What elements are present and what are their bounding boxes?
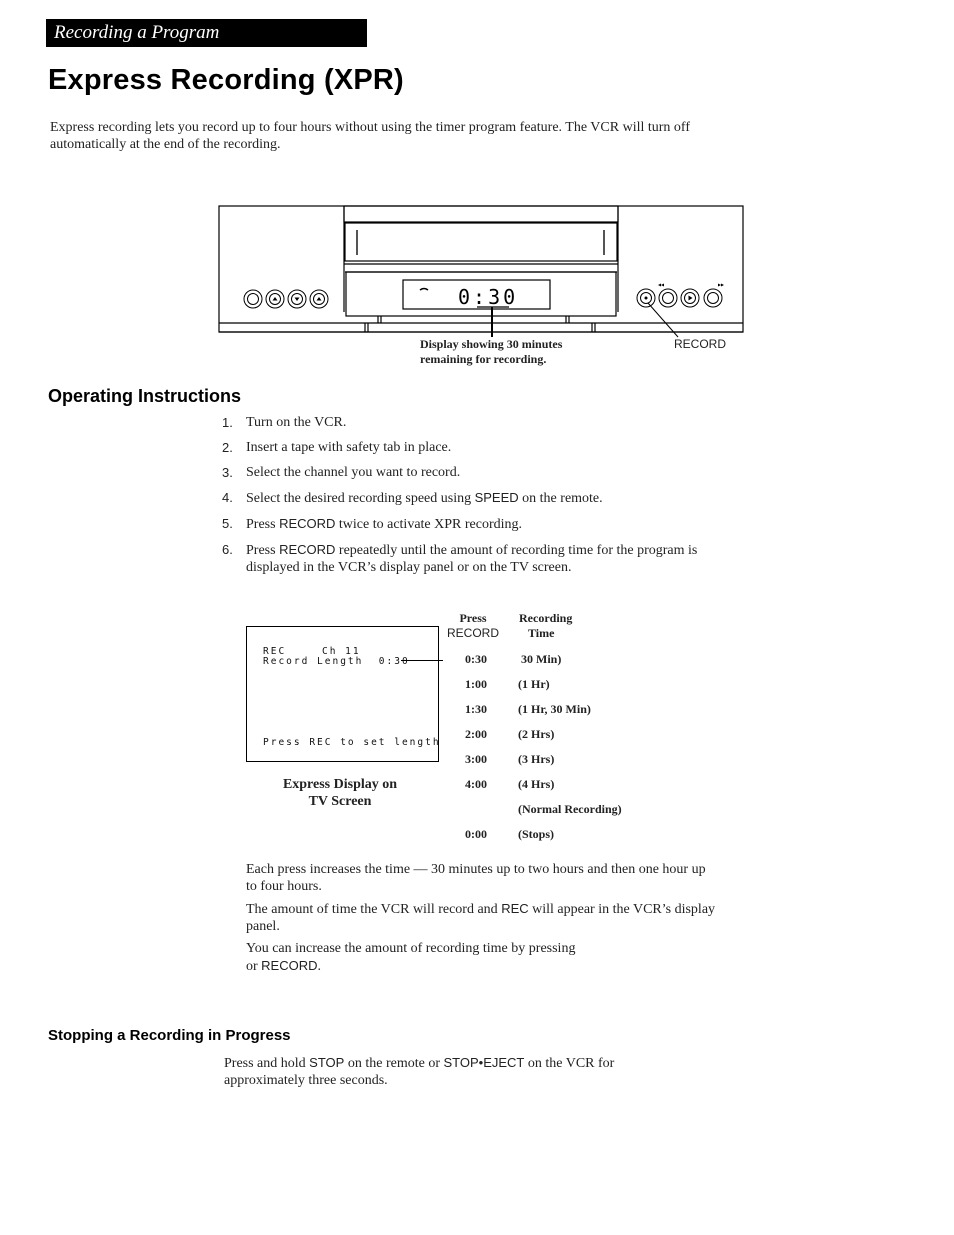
stop-keyword: STOP	[309, 1055, 345, 1070]
fast-forward-icon	[718, 283, 724, 287]
step-item: 1. Turn on the VCR.	[222, 414, 702, 431]
fast-forward-button[interactable]	[703, 283, 724, 308]
rec-keyword: REC	[501, 901, 529, 916]
table-header-time-line2: Time	[528, 626, 555, 640]
table-cell-time: (3 Hrs)	[518, 752, 555, 766]
table-cell-time: (1 Hr, 30 Min)	[518, 702, 591, 716]
vcr-display-readout: 0:30	[458, 285, 518, 309]
tv-line-record-length: Record Length 0:30	[263, 656, 410, 667]
play-button[interactable]	[680, 288, 700, 308]
tv-caption-line1: Express Display on	[282, 777, 398, 792]
step-item: 2. Insert a tape with safety tab in place…	[222, 439, 702, 456]
step-number: 5.	[222, 516, 233, 531]
tv-callout-line	[401, 660, 443, 661]
channel-up-button[interactable]	[309, 289, 329, 309]
stop-eject-keyword: STOP•EJECT	[443, 1055, 525, 1070]
stop-text: Press and hold	[224, 1056, 310, 1071]
step-text: Press	[246, 543, 280, 558]
table-cell-press: 0:30	[465, 652, 487, 666]
channel-down-button[interactable]	[287, 289, 307, 309]
power-button[interactable]	[243, 289, 263, 309]
left-button-group	[243, 289, 329, 309]
table-cell-press: 2:00	[465, 727, 487, 741]
right-button-group	[636, 283, 724, 308]
table-cell-time: 30 Min)	[518, 652, 562, 666]
table-cell-time: (4 Hrs)	[518, 777, 555, 791]
step-text: Select the channel you want to record.	[246, 465, 461, 480]
step-text: Insert a tape with safety tab in place.	[246, 440, 452, 455]
note-each-press: Each press increases the time — 30 minut…	[246, 862, 706, 894]
step-text: Select the desired recording speed using	[246, 491, 475, 506]
record-button[interactable]	[636, 288, 656, 308]
table-header-press: Press RECORD	[444, 611, 502, 641]
step-number: 1.	[222, 415, 233, 430]
table-header-press-line2: RECORD	[446, 626, 499, 640]
table-cell-time: (Normal Recording)	[518, 802, 622, 816]
table-cell-time: (2 Hrs)	[518, 727, 555, 741]
step-text: on the remote.	[518, 491, 603, 506]
section-banner-label: Recording a Program	[54, 22, 220, 43]
step-number: 2.	[222, 440, 233, 455]
table-header-time: Recording Time	[519, 611, 572, 641]
steps-list: 1. Turn on the VCR. 2. Insert a tape with s…	[222, 414, 702, 584]
note-increase-time: You can increase the amount of recording…	[246, 940, 716, 975]
tv-screen-display: REC Ch 11 Record Length 0:30 Press REC t…	[246, 626, 439, 762]
table-cell-press: 1:30	[465, 702, 487, 716]
notes-block: Each press increases the time — 30 minut…	[246, 861, 716, 980]
page-title: Express Recording (XPR)	[48, 64, 404, 96]
step-number: 3.	[222, 465, 233, 480]
section-banner: Recording a Program	[46, 19, 367, 47]
step-text: Press	[246, 517, 280, 532]
stopping-heading: Stopping a Recording in Progress	[48, 1027, 291, 1044]
vcr-body-outline	[218, 205, 744, 333]
step-item: 5. Press RECORD twice to activate XPR rec…	[222, 515, 702, 533]
tv-line-instruction: Press REC to set length	[263, 737, 441, 748]
tape-indicator-icon	[419, 287, 429, 291]
note-text: You can increase the amount of recording…	[246, 941, 576, 956]
step-text: Turn on the VCR.	[246, 415, 347, 430]
step-keyword: RECORD	[279, 542, 336, 557]
display-caption: Display showing 30 minutes remaining for…	[420, 337, 562, 367]
cassette-door[interactable]	[344, 222, 618, 262]
operating-instructions-heading: Operating Instructions	[48, 386, 242, 406]
vcr-front-panel-illustration: 0:30	[218, 205, 744, 338]
record-keyword: RECORD	[261, 958, 318, 973]
note-text: .	[317, 959, 322, 974]
note-text: The amount of time the VCR will record a…	[246, 902, 502, 917]
eject-button[interactable]	[265, 289, 285, 309]
table-cell-press: 3:00	[465, 752, 487, 766]
table-cell-time: (Stops)	[518, 827, 555, 841]
table-cell-time: (1 Hr)	[518, 677, 550, 691]
table-cell-press: 4:00	[465, 777, 487, 791]
display-caption-line2: remaining for recording.	[420, 352, 547, 366]
tv-screen-caption: Express Display on TV Screen	[262, 776, 418, 810]
record-callout-label: RECORD	[674, 337, 727, 351]
step-item: 3. Select the channel you want to record.	[222, 464, 702, 481]
intro-paragraph: Express recording lets you record up to …	[50, 120, 690, 152]
step-keyword: SPEED	[474, 490, 519, 505]
step-keyword: RECORD	[279, 516, 336, 531]
rewind-button[interactable]	[658, 283, 678, 308]
cassette-top-panel	[343, 205, 619, 223]
note-text: or	[246, 959, 262, 974]
step-number: 6.	[222, 542, 233, 557]
note-display-panel: The amount of time the VCR will record a…	[246, 900, 716, 935]
record-dot-icon	[644, 296, 648, 300]
step-item: 6. Press RECORD repeatedly until the amou…	[222, 541, 702, 576]
step-text: twice to activate XPR recording.	[335, 517, 523, 532]
stop-text: on the remote or	[344, 1056, 444, 1071]
table-header-time-line1: Recording	[519, 611, 573, 625]
step-item: 4. Select the desired recording speed usi…	[222, 489, 702, 507]
tv-caption-line2: TV Screen	[308, 794, 372, 809]
rewind-icon	[658, 283, 664, 287]
display-caption-line1: Display showing 30 minutes	[420, 337, 563, 351]
table-cell-press: 0:00	[465, 827, 487, 841]
table-cell-press: 1:00	[465, 677, 487, 691]
step-number: 4.	[222, 490, 233, 505]
stopping-paragraph: Press and hold STOP on the remote or STO…	[224, 1054, 674, 1089]
table-header-press-line1: Press	[459, 611, 487, 625]
